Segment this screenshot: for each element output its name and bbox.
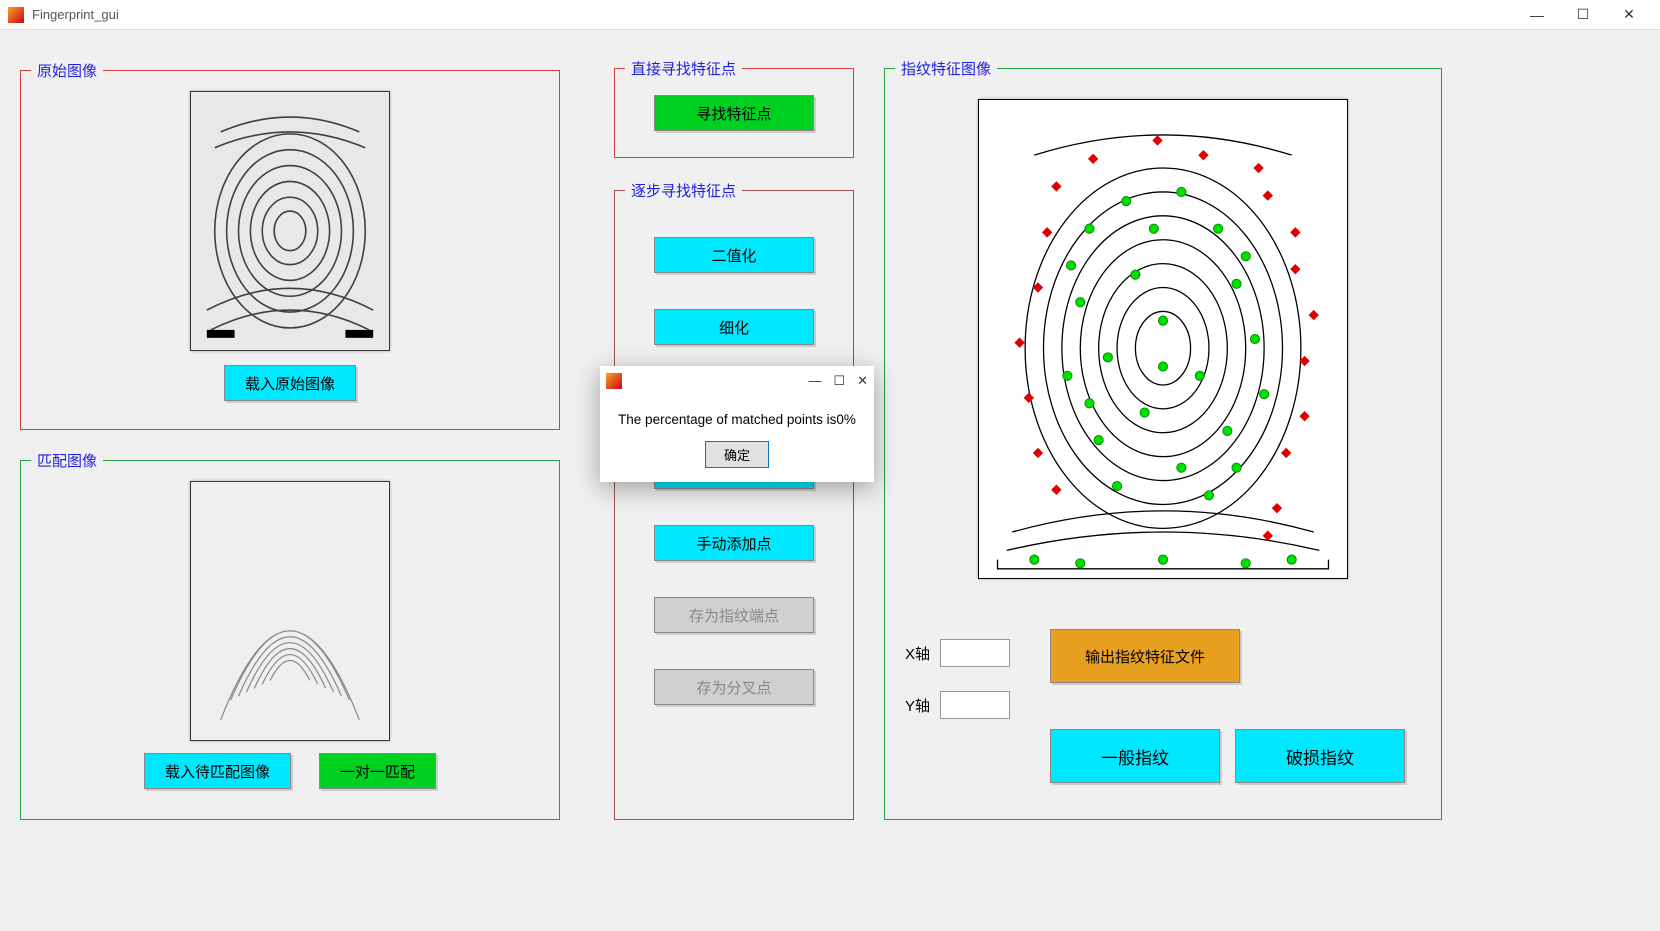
window-titlebar: Fingerprint_gui — ☐ ✕ [0, 0, 1660, 30]
load-original-button[interactable]: 载入原始图像 [224, 365, 356, 401]
x-axis-label: X轴 [905, 643, 930, 664]
normal-fingerprint-button[interactable]: 一般指纹 [1050, 729, 1220, 783]
legend-feature: 指纹特征图像 [895, 58, 997, 79]
app-icon [8, 7, 24, 23]
panel-step-find: 逐步寻找特征点 二值化 细化 指纹方向场 删除错误点 手动添加点 存为指纹端点 … [614, 180, 854, 820]
window-close-button[interactable]: ✕ [1606, 0, 1652, 30]
legend-direct: 直接寻找特征点 [625, 58, 742, 79]
dialog-maximize-button[interactable]: ☐ [833, 373, 845, 389]
add-manual-point-button[interactable]: 手动添加点 [654, 525, 814, 561]
find-feature-points-button[interactable]: 寻找特征点 [654, 95, 814, 131]
feature-image-display [978, 99, 1348, 579]
message-dialog: — ☐ ✕ The percentage of matched points i… [600, 366, 874, 482]
save-endpoint-button[interactable]: 存为指纹端点 [654, 597, 814, 633]
match-image-display [190, 481, 390, 741]
binarize-button[interactable]: 二值化 [654, 237, 814, 273]
save-bifurcation-button[interactable]: 存为分叉点 [654, 669, 814, 705]
one-to-one-match-button[interactable]: 一对一匹配 [319, 753, 436, 789]
thin-button[interactable]: 细化 [654, 309, 814, 345]
legend-match: 匹配图像 [31, 450, 103, 471]
original-image-display [190, 91, 390, 351]
legend-original: 原始图像 [31, 60, 103, 81]
app-icon [606, 373, 622, 389]
dialog-ok-button[interactable]: 确定 [705, 441, 769, 468]
panel-direct-find: 直接寻找特征点 寻找特征点 [614, 58, 854, 158]
load-match-button[interactable]: 载入待匹配图像 [144, 753, 291, 789]
window-title: Fingerprint_gui [32, 7, 1514, 22]
dialog-close-button[interactable]: ✕ [857, 373, 868, 389]
dialog-message: The percentage of matched points is0% [610, 412, 864, 427]
fingerprint-feature-plot [979, 100, 1347, 578]
panel-match-image: 匹配图像 载入待匹配图像 一对一匹配 [20, 450, 560, 820]
main-area: 原始图像 载入原始图 [0, 30, 1660, 931]
damaged-fingerprint-button[interactable]: 破损指纹 [1235, 729, 1405, 783]
export-feature-file-button[interactable]: 输出指纹特征文件 [1050, 629, 1240, 683]
dialog-titlebar: — ☐ ✕ [600, 366, 874, 396]
y-axis-input[interactable] [940, 691, 1010, 719]
fingerprint-icon [191, 92, 389, 350]
y-axis-label: Y轴 [905, 695, 930, 716]
window-minimize-button[interactable]: — [1514, 0, 1560, 30]
panel-feature-image: 指纹特征图像 [884, 58, 1442, 820]
x-axis-input[interactable] [940, 639, 1010, 667]
legend-step: 逐步寻找特征点 [625, 180, 742, 201]
panel-original-image: 原始图像 载入原始图 [20, 60, 560, 430]
window-maximize-button[interactable]: ☐ [1560, 0, 1606, 30]
dialog-minimize-button[interactable]: — [808, 373, 821, 389]
fingerprint-icon [191, 482, 389, 740]
